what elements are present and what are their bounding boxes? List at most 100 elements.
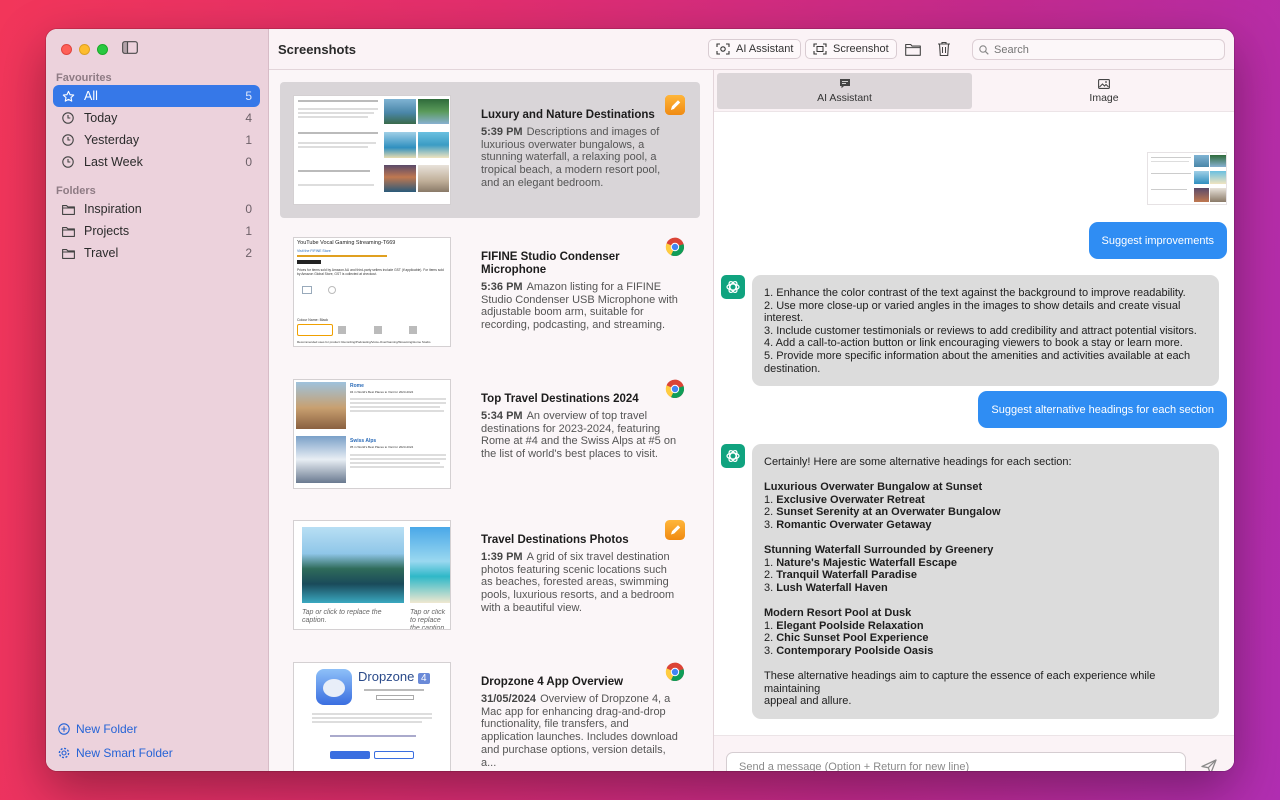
list-item[interactable]: YouTube Vocal Gaming Streaming-T669 Visi…	[280, 224, 700, 360]
heading-suggestion: Exclusive Overwater Retreat	[776, 493, 925, 506]
sidebar-item-label: Last Week	[84, 155, 143, 169]
sidebar-item-label: Projects	[84, 224, 130, 238]
pages-icon	[665, 95, 685, 115]
search-input[interactable]	[994, 43, 1214, 56]
heading-suggestion: Tranquil Waterfall Paradise	[776, 569, 918, 582]
sidebar-item-count: 4	[245, 111, 252, 125]
thumb-heading: Rome	[350, 383, 364, 389]
sidebar-item-projects[interactable]: Projects 1	[53, 220, 260, 242]
thumb-heading: Swiss Alps	[350, 438, 377, 444]
window-controls	[61, 44, 108, 55]
list-item-description: 31/05/2024 Overview of Dropzone 4, a Mac …	[481, 693, 681, 769]
send-icon[interactable]	[1200, 758, 1218, 771]
plus-circle-icon	[58, 723, 70, 735]
message-input-box[interactable]	[726, 752, 1186, 771]
list-item-title: FIFINE Studio Condenser Microphone	[481, 251, 620, 276]
list-number: 2.	[764, 632, 777, 645]
thumb-heading: YouTube Vocal Gaming Streaming-T669	[297, 240, 396, 246]
list-item-title: Luxury and Nature Destinations	[481, 109, 655, 121]
message-line: 3. Include customer testimonials or revi…	[764, 324, 1197, 337]
assistant-message: Certainly! Here are some alternative hea…	[752, 444, 1219, 719]
sidebar-item-all[interactable]: All 5	[53, 85, 260, 107]
sidebar-item-last-week[interactable]: Last Week 0	[53, 151, 260, 173]
list-item-text: Travel Destinations Photos 1:39 PM A grid…	[481, 534, 681, 615]
folder-icon[interactable]	[904, 40, 922, 58]
heading-suggestion: Nature's Majestic Waterfall Escape	[776, 556, 957, 569]
list-item[interactable]: Tap or click to replace the caption. Tap…	[280, 507, 700, 643]
sidebar-item-inspiration[interactable]: Inspiration 0	[53, 198, 260, 220]
tab-image[interactable]: Image	[975, 73, 1233, 109]
folder-icon	[61, 224, 75, 238]
assistant-message: 1. Enhance the color contrast of the tex…	[752, 275, 1219, 387]
ai-assistant-button[interactable]: AI Assistant	[708, 39, 802, 59]
sidebar-item-today[interactable]: Today 4	[53, 107, 260, 129]
chrome-icon	[665, 662, 685, 682]
sidebar-item-count: 5	[245, 89, 252, 103]
message-line	[764, 658, 1207, 671]
chat-tabs: AI Assistant Image	[714, 70, 1234, 112]
search-icon	[979, 44, 989, 55]
thumbnail: Rome #4 in World's Best Places to Visit …	[293, 379, 451, 489]
user-message: Suggest alternative headings for each se…	[978, 391, 1227, 428]
list-number: 3.	[764, 581, 777, 594]
message-line: 1. Enhance the color contrast of the tex…	[764, 287, 1186, 299]
sidebar-item-yesterday[interactable]: Yesterday 1	[53, 129, 260, 151]
pages-icon	[665, 520, 685, 540]
thumbnail	[293, 95, 451, 205]
message-line: 2. Chic Sunset Pool Experience	[764, 632, 1207, 645]
message-heading: Stunning Waterfall Surrounded by Greener…	[764, 544, 994, 557]
message-line: Certainly! Here are some alternative hea…	[764, 456, 1072, 468]
message-line: 1. Exclusive Overwater Retreat	[764, 494, 1207, 507]
message-input[interactable]	[727, 753, 1185, 771]
chat-bubble-icon	[839, 79, 850, 89]
new-smart-folder-button[interactable]: New Smart Folder	[58, 746, 173, 760]
list-number: 1.	[764, 556, 777, 569]
message-line: appeal and allure.	[764, 695, 852, 708]
thumb-line: Colour Name: Black	[297, 318, 329, 322]
new-folder-label: New Folder	[76, 722, 138, 736]
thumbnail: Tap or click to replace the caption. Tap…	[293, 520, 451, 630]
sidebar-item-count: 0	[245, 155, 252, 169]
app-window: Favourites All 5 Today 4 Yesterday 1 Las…	[46, 29, 1234, 771]
ai-assistant-label: AI Assistant	[736, 43, 794, 55]
list-item-text: FIFINE Studio Condenser Microphone 5:36 …	[481, 251, 681, 332]
message-line: 3. Lush Waterfall Haven	[764, 582, 1207, 595]
tab-label: AI Assistant	[817, 92, 872, 104]
close-window-button[interactable]	[61, 44, 72, 55]
new-folder-button[interactable]: New Folder	[58, 722, 137, 736]
heading-suggestion: Lush Waterfall Haven	[776, 581, 888, 594]
list-item[interactable]: Rome #4 in World's Best Places to Visit …	[280, 366, 700, 502]
attached-screenshot-thumbnail[interactable]	[1147, 152, 1227, 205]
list-item-time: 1:39 PM	[481, 551, 523, 563]
trash-icon[interactable]	[935, 40, 953, 58]
thumb-subheading: #5 in World's Best Places to Visit for 2…	[350, 445, 414, 449]
message-composer	[714, 735, 1234, 771]
sidebar-item-travel[interactable]: Travel 2	[53, 242, 260, 264]
list-number: 1.	[764, 493, 777, 506]
assistant-avatar-icon	[721, 444, 745, 468]
message-line: 3. Contemporary Poolside Oasis	[764, 645, 1207, 658]
folders-section-label: Folders	[56, 185, 96, 197]
minimize-window-button[interactable]	[79, 44, 90, 55]
thumb-line: Recommended uses for product: Recording/…	[297, 340, 431, 344]
heading-suggestion: Contemporary Poolside Oasis	[776, 644, 934, 657]
heading-suggestion: Romantic Overwater Getaway	[776, 518, 932, 531]
star-icon	[61, 89, 75, 103]
thumb-subheading: #4 in World's Best Places to Visit for 2…	[350, 390, 414, 394]
search-field[interactable]	[972, 39, 1225, 60]
screenshot-button[interactable]: Screenshot	[805, 39, 897, 59]
screenshot-icon	[813, 43, 827, 55]
page-title: Screenshots	[278, 42, 357, 57]
list-item[interactable]: Dropzone 4 Dropzone 4 App Overview 31/05…	[280, 649, 700, 771]
clock-icon	[61, 133, 75, 147]
sidebar-item-label: Inspiration	[84, 202, 142, 216]
tab-ai-assistant[interactable]: AI Assistant	[717, 73, 972, 109]
list-number: 2.	[764, 569, 777, 582]
ai-capture-icon	[716, 43, 730, 55]
sidebar: Favourites All 5 Today 4 Yesterday 1 Las…	[46, 29, 269, 771]
folder-icon	[61, 202, 75, 216]
zoom-window-button[interactable]	[97, 44, 108, 55]
thumbnail: YouTube Vocal Gaming Streaming-T669 Visi…	[293, 237, 451, 347]
list-item[interactable]: Luxury and Nature Destinations 5:39 PM De…	[280, 82, 700, 218]
sidebar-toggle-icon[interactable]	[122, 41, 138, 55]
